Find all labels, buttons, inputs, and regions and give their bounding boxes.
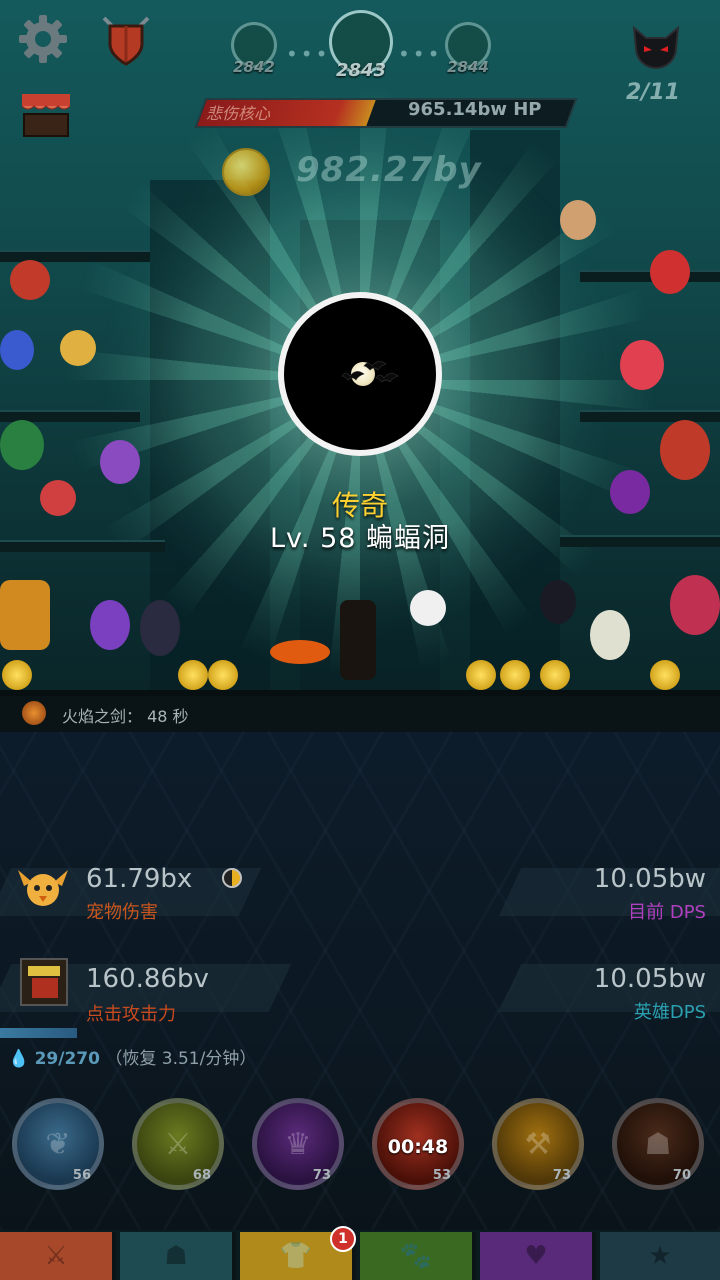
stage-next-number: 2844 — [447, 58, 489, 76]
reward-artifact-icon[interactable] — [278, 292, 442, 456]
main-hero — [340, 600, 376, 680]
mana-regen: （恢复 3.51/分钟） — [105, 1049, 257, 1069]
hero-character — [650, 250, 690, 294]
pet-griffin-icon[interactable] — [14, 862, 72, 914]
skill-level: 73 — [552, 1168, 571, 1183]
tap-damage-value: 160.86bv — [86, 964, 209, 994]
gold-coin-drop[interactable] — [2, 660, 32, 690]
gold-coin-drop[interactable] — [178, 660, 208, 690]
hero-character — [0, 330, 34, 370]
clan-shield-icon[interactable] — [96, 12, 156, 68]
gold-coin-drop[interactable] — [540, 660, 570, 690]
hero-character — [10, 260, 50, 300]
boss-name: 悲伤核心 — [206, 104, 271, 123]
tab-heroes[interactable]: ☗ — [120, 1232, 236, 1280]
skill-level: 53 — [432, 1168, 451, 1183]
boss-demon-icon[interactable] — [630, 24, 682, 70]
gold-coin-drop[interactable] — [500, 660, 530, 690]
current-dps-value: 10.05bw — [593, 864, 706, 894]
stage-progress-dots: ••• — [286, 42, 331, 66]
hero-character — [140, 600, 180, 656]
pet-damage-value: 61.79bx — [86, 864, 193, 894]
hero-platform — [580, 410, 720, 422]
fire-sword-icon — [22, 701, 46, 725]
stage-progress-dots: ••• — [398, 42, 443, 66]
skill-hand-of-midas-button[interactable]: ♛ 73 — [252, 1098, 344, 1190]
mana-bar — [0, 1028, 720, 1038]
fire-sword-effect — [270, 640, 330, 664]
heart-icon: ♥ — [524, 1241, 548, 1271]
bottom-tab-bar: ⚔ ☗ 👕 🐾 ♥ ★ — [0, 1232, 720, 1280]
gear-icon[interactable] — [16, 12, 70, 66]
skill-level: 70 — [672, 1168, 691, 1183]
shop-stall-icon[interactable] — [18, 90, 74, 140]
portrait-body — [32, 978, 58, 998]
gold-coin-drop[interactable] — [650, 660, 680, 690]
sword-icon: ⚔ — [164, 1127, 192, 1162]
axes-icon: ⚒ — [524, 1127, 552, 1162]
tab-pets[interactable]: 🐾 — [360, 1232, 476, 1280]
hero-character — [660, 420, 710, 480]
angel-wings-icon: ❦ — [45, 1127, 71, 1162]
portrait-hair — [28, 966, 60, 976]
star-icon: ★ — [648, 1241, 672, 1271]
hero-character — [540, 580, 576, 624]
pet-icon: 🐾 — [399, 1241, 433, 1271]
hero-character — [90, 600, 130, 650]
hero-dps-value: 10.05bw — [593, 964, 706, 994]
stage-prev-number: 2842 — [233, 58, 275, 76]
tab-artifacts[interactable]: ♥ — [480, 1232, 596, 1280]
skill-fire-sword-button[interactable]: 00:48 53 — [372, 1098, 464, 1190]
hero-character — [0, 580, 50, 650]
bat-icon — [341, 361, 399, 383]
hero-dps-label: 英雄DPS — [633, 1002, 706, 1023]
stage-prev: 2842 — [228, 22, 280, 76]
skill-level: 68 — [192, 1168, 211, 1183]
enemy-creature — [410, 590, 446, 626]
boss-progress-count: 2/11 — [626, 80, 680, 105]
sword-master-portrait-icon[interactable] — [20, 958, 68, 1006]
current-dps-label: 目前 DPS — [628, 902, 706, 923]
hero-character — [620, 340, 664, 390]
skill-shadow-clone-button[interactable]: ☗ 70 — [612, 1098, 704, 1190]
active-skill-timer: 火焰之剑： 48 秒 — [62, 707, 189, 726]
boss-hp-value: 965.14bw HP — [408, 99, 542, 120]
equipment-notification-badge: 1 — [330, 1226, 356, 1252]
reward-name: Lv. 58 蝙蝠洞 — [269, 523, 451, 554]
mana-status: 💧 29/270 （恢复 3.51/分钟） — [8, 1044, 256, 1069]
gold-coin-drop[interactable] — [208, 660, 238, 690]
ninja-icon: ☗ — [644, 1127, 672, 1162]
mana-drop-icon: 💧 — [8, 1049, 30, 1069]
helmet-icon: ☗ — [164, 1241, 188, 1271]
skill-level: 56 — [72, 1168, 91, 1183]
stage-next: 2844 — [442, 22, 494, 76]
tap-damage-label: 点击攻击力 — [86, 1004, 176, 1025]
hero-character — [560, 200, 596, 240]
active-skill-strip: 火焰之剑： 48 秒 — [0, 696, 720, 732]
hero-character — [590, 610, 630, 660]
mana-current: 29/270 — [34, 1049, 100, 1069]
mana-fill — [0, 1028, 78, 1038]
pet-attack-timer-icon — [222, 868, 242, 888]
skill-heavenly-strike-button[interactable]: ❦ 56 — [12, 1098, 104, 1190]
hero-character — [60, 330, 96, 366]
sword-icon: ⚔ — [44, 1241, 68, 1271]
skill-deadly-strike-button[interactable]: ⚔ 68 — [132, 1098, 224, 1190]
skill-war-cry-button[interactable]: ⚒ 73 — [492, 1098, 584, 1190]
gold-amount: 982.27by — [296, 150, 482, 190]
tab-sword-master[interactable]: ⚔ — [0, 1232, 116, 1280]
hero-character — [670, 575, 720, 635]
skill-level: 73 — [312, 1168, 331, 1183]
hero-character — [0, 420, 44, 470]
pet-damage-label: 宠物伤害 — [86, 902, 158, 923]
stage-current-number: 2843 — [335, 60, 387, 81]
stage-current: 2843 — [326, 10, 396, 81]
tab-shop[interactable]: ★ — [600, 1232, 720, 1280]
gold-coin-drop[interactable] — [466, 660, 496, 690]
gold-coin-icon — [222, 148, 270, 196]
hero-character — [100, 440, 140, 484]
gold-coin-skill-icon: ♛ — [284, 1127, 312, 1162]
shirt-icon: 👕 — [279, 1241, 313, 1271]
skill-cooldown: 00:48 — [387, 1136, 449, 1158]
